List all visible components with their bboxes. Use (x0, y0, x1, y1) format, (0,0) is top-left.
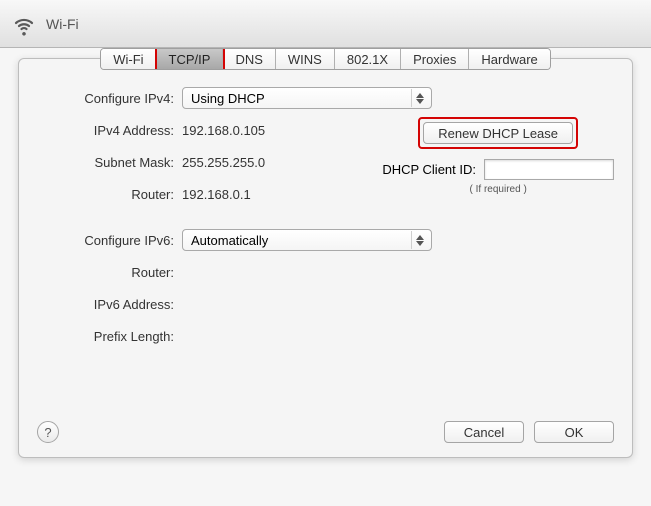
help-button[interactable]: ? (37, 421, 59, 443)
page-title: Wi-Fi (46, 16, 79, 32)
dhcp-client-id-input[interactable] (484, 159, 614, 180)
settings-panel: Wi-Fi TCP/IP DNS WINS 802.1X Proxies Har… (18, 58, 633, 458)
ipv6-address-label: IPv6 Address: (37, 297, 182, 312)
tab-8021x[interactable]: 802.1X (335, 49, 401, 69)
tabbar: Wi-Fi TCP/IP DNS WINS 802.1X Proxies Har… (100, 48, 551, 70)
tab-dns[interactable]: DNS (223, 49, 275, 69)
renew-dhcp-highlight: Renew DHCP Lease (420, 119, 576, 147)
ok-button[interactable]: OK (534, 421, 614, 443)
configure-ipv6-value: Automatically (191, 233, 268, 248)
tab-tcpip[interactable]: TCP/IP (157, 49, 224, 69)
header: Wi-Fi (0, 0, 651, 48)
dhcp-client-id-label: DHCP Client ID: (382, 162, 476, 177)
if-required-hint: ( If required ) (382, 184, 614, 195)
ipv4-router-value: 192.168.0.1 (182, 187, 251, 202)
ipv4-address-value: 192.168.0.105 (182, 123, 265, 138)
subnet-mask-label: Subnet Mask: (37, 155, 182, 170)
ipv4-router-label: Router: (37, 187, 182, 202)
configure-ipv6-label: Configure IPv6: (37, 233, 182, 248)
subnet-mask-value: 255.255.255.0 (182, 155, 265, 170)
dropdown-arrows-icon (411, 89, 427, 107)
configure-ipv4-label: Configure IPv4: (37, 91, 182, 106)
cancel-button[interactable]: Cancel (444, 421, 524, 443)
ipv6-router-label: Router: (37, 265, 182, 280)
prefix-length-label: Prefix Length: (37, 329, 182, 344)
tab-hardware[interactable]: Hardware (469, 49, 549, 69)
ipv4-address-label: IPv4 Address: (37, 123, 182, 138)
tab-wins[interactable]: WINS (276, 49, 335, 69)
wifi-icon (12, 12, 36, 36)
renew-dhcp-button[interactable]: Renew DHCP Lease (423, 122, 573, 144)
dropdown-arrows-icon (411, 231, 427, 249)
tab-proxies[interactable]: Proxies (401, 49, 469, 69)
tab-wifi[interactable]: Wi-Fi (101, 49, 156, 69)
configure-ipv4-select[interactable]: Using DHCP (182, 87, 432, 109)
configure-ipv6-select[interactable]: Automatically (182, 229, 432, 251)
configure-ipv4-value: Using DHCP (191, 91, 265, 106)
